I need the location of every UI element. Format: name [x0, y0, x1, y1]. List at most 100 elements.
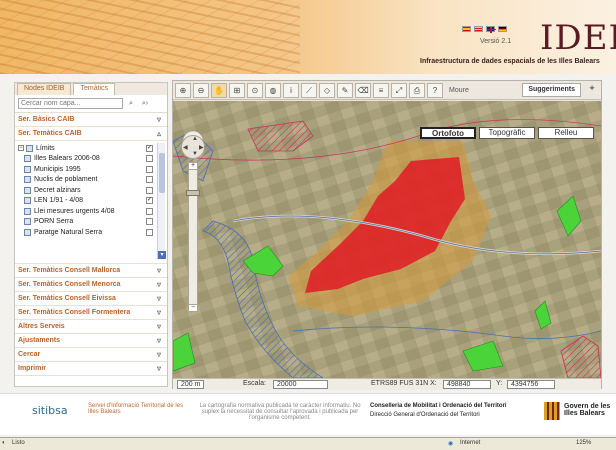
collapse-icon[interactable]: − [18, 145, 24, 152]
zoom-plus-icon[interactable]: + [188, 162, 198, 170]
pan-right-icon[interactable]: ▶ [199, 144, 204, 151]
layer-search-row: ⌕ ⌕› [15, 95, 167, 113]
layer-checkbox[interactable]: ✓ [146, 144, 153, 152]
section-label: Altres Serveis [18, 323, 65, 330]
print-icon[interactable]: ⎙ [409, 82, 425, 98]
tree-scrollbar[interactable]: ▾ [157, 143, 166, 259]
pan-hand-icon[interactable]: ✋ [211, 82, 227, 98]
service-name[interactable]: Servei d'Informació Territorial de les I… [88, 403, 188, 415]
tree-item-nuclis[interactable]: Nuclis de poblament [18, 175, 167, 186]
pan-up-icon[interactable]: ▲ [192, 136, 198, 142]
layer-checkbox[interactable] [146, 176, 153, 184]
chevron-down-icon: ▿ [156, 364, 161, 373]
map-canvas[interactable]: Ortofoto Topogràfic Relleu ▲ ◀ ▶ ▼ + − [173, 101, 601, 378]
section-label: Imprimir [18, 365, 47, 372]
layer-button-ortofoto[interactable]: Ortofoto [420, 127, 476, 139]
flag-en-icon[interactable] [486, 26, 496, 33]
section-consell-eivissa[interactable]: Ser. Temàtics Consell Eivissa ▿ [15, 292, 167, 306]
fullscreen-icon[interactable]: ⤢ [391, 82, 407, 98]
info-icon[interactable]: i [283, 82, 299, 98]
folder-icon [26, 144, 33, 152]
flag-ca-icon[interactable] [474, 26, 483, 32]
tree-item-paratge-natural[interactable]: Paratge Natural Serra [18, 227, 167, 238]
layers-panel: Nodes IDEIB Temàtics ⌕ ⌕› Ser. Bàsics CA… [14, 82, 168, 387]
layer-checkbox[interactable] [146, 207, 153, 215]
tab-nodes-ideib[interactable]: Nodes IDEIB [17, 83, 72, 95]
tree-item-limits[interactable]: − Límits ✓ [18, 143, 167, 154]
section-ser-basics-caib[interactable]: Ser. Bàsics CAIB ▿ [15, 113, 167, 127]
section-label: Ser. Temàtics Consell Formentera [18, 309, 131, 316]
suggeriments-button[interactable]: Suggeriments [522, 83, 581, 97]
tree-item-decret-alzinars[interactable]: Decret alzinars [18, 185, 167, 196]
scroll-down-icon[interactable]: ▾ [158, 251, 166, 259]
layer-checkbox[interactable] [146, 218, 153, 226]
scale-field[interactable]: 20000 [273, 380, 328, 389]
section-ajustaments[interactable]: Ajustaments ▿ [15, 334, 167, 348]
flag-de-icon[interactable] [498, 26, 507, 32]
tree-item-llei-mesures[interactable]: Llei mesures urgents 4/08 [18, 206, 167, 217]
pan-left-icon[interactable]: ◀ [183, 144, 188, 151]
tree-item-label: LEN 1/91 - 4/08 [34, 197, 84, 205]
zoom-out-icon[interactable]: ⊖ [193, 82, 209, 98]
section-imprimir[interactable]: Imprimir ▿ [15, 362, 167, 376]
section-label: Ajustaments [18, 337, 61, 344]
lightbulb-icon[interactable]: ✦ [586, 83, 598, 97]
layer-checkbox[interactable] [146, 155, 153, 163]
orthophoto-map[interactable] [173, 101, 601, 378]
measure-icon[interactable]: ⟋ [301, 82, 317, 98]
zoom-minus-icon[interactable]: − [188, 304, 198, 312]
tree-item-municipis[interactable]: Municipis 1995 [18, 164, 167, 175]
layer-icon [24, 207, 31, 215]
section-altres-serveis[interactable]: Altres Serveis ▿ [15, 320, 167, 334]
pan-down-icon[interactable]: ▼ [192, 151, 198, 157]
globe-icon[interactable]: ◍ [265, 82, 281, 98]
erase-icon[interactable]: ⌫ [355, 82, 371, 98]
ideib-logo: IDEIB [540, 18, 616, 58]
flag-es-icon[interactable] [462, 26, 471, 32]
layers-icon[interactable]: ≡ [373, 82, 389, 98]
browser-zoom[interactable]: 125% [576, 440, 591, 446]
layer-button-relleu[interactable]: Relleu [538, 127, 594, 139]
tab-tematics[interactable]: Temàtics [73, 83, 116, 95]
scale-bar-label: 200 m [177, 380, 205, 389]
area-icon[interactable]: ◇ [319, 82, 335, 98]
layer-checkbox[interactable] [146, 165, 153, 173]
section-label: Ser. Temàtics Consell Menorca [18, 281, 121, 288]
section-cercar[interactable]: Cercar ▿ [15, 348, 167, 362]
version-label: Versió 2.1 [480, 38, 512, 45]
section-ser-tematics-caib[interactable]: Ser. Temàtics CAIB ▵ [15, 127, 167, 141]
layer-checkbox[interactable] [146, 186, 153, 194]
zoom-slider[interactable]: + − [186, 162, 200, 312]
zoom-knob[interactable] [186, 189, 200, 196]
draw-icon[interactable]: ✎ [337, 82, 353, 98]
layer-icon [24, 228, 31, 236]
tree-item-label: Llei mesures urgents 4/08 [34, 207, 115, 215]
zoom-box-icon[interactable]: ⊞ [229, 82, 245, 98]
sitibsa-logo[interactable]: sitibsa [32, 404, 68, 417]
help-icon[interactable]: ? [427, 82, 443, 98]
scale-value[interactable]: 20000 [273, 380, 328, 389]
tree-item-porn-serra[interactable]: PORN Serra [18, 217, 167, 228]
layer-icon [24, 218, 31, 226]
section-consell-menorca[interactable]: Ser. Temàtics Consell Menorca ▿ [15, 278, 167, 292]
layer-button-topografic[interactable]: Topogràfic [479, 127, 535, 139]
scrollbar-thumb[interactable] [159, 153, 165, 193]
search-next-icon[interactable]: ⌕› [139, 99, 151, 109]
section-consell-mallorca[interactable]: Ser. Temàtics Consell Mallorca ▿ [15, 264, 167, 278]
legal-notice: La cartografia normativa publicada té ca… [199, 403, 361, 421]
layer-checkbox[interactable] [146, 228, 153, 236]
layer-icon [24, 176, 31, 184]
layer-search-input[interactable] [18, 98, 123, 109]
zoom-extent-icon[interactable]: ⊙ [247, 82, 263, 98]
direccio-name: Direcció General d'Ordenació del Territo… [370, 412, 480, 418]
tree-item-illes-balears[interactable]: Illes Balears 2006-08 [18, 154, 167, 165]
search-icon[interactable]: ⌕ [125, 99, 137, 109]
tree-item-len[interactable]: LEN 1/91 - 4/08 ✓ [18, 196, 167, 207]
layer-checkbox[interactable]: ✓ [146, 197, 153, 205]
page-status-icon: ◐ [2, 440, 6, 446]
tree-item-label: Límits [36, 144, 55, 152]
map-viewer: ⊕ ⊖ ✋ ⊞ ⊙ ◍ i ⟋ ◇ ✎ ⌫ ≡ ⤢ ⎙ ? Moure Sugg… [172, 80, 602, 390]
section-consell-formentera[interactable]: Ser. Temàtics Consell Formentera ▿ [15, 306, 167, 320]
pan-control[interactable]: ▲ ◀ ▶ ▼ [181, 135, 205, 159]
zoom-in-icon[interactable]: ⊕ [175, 82, 191, 98]
